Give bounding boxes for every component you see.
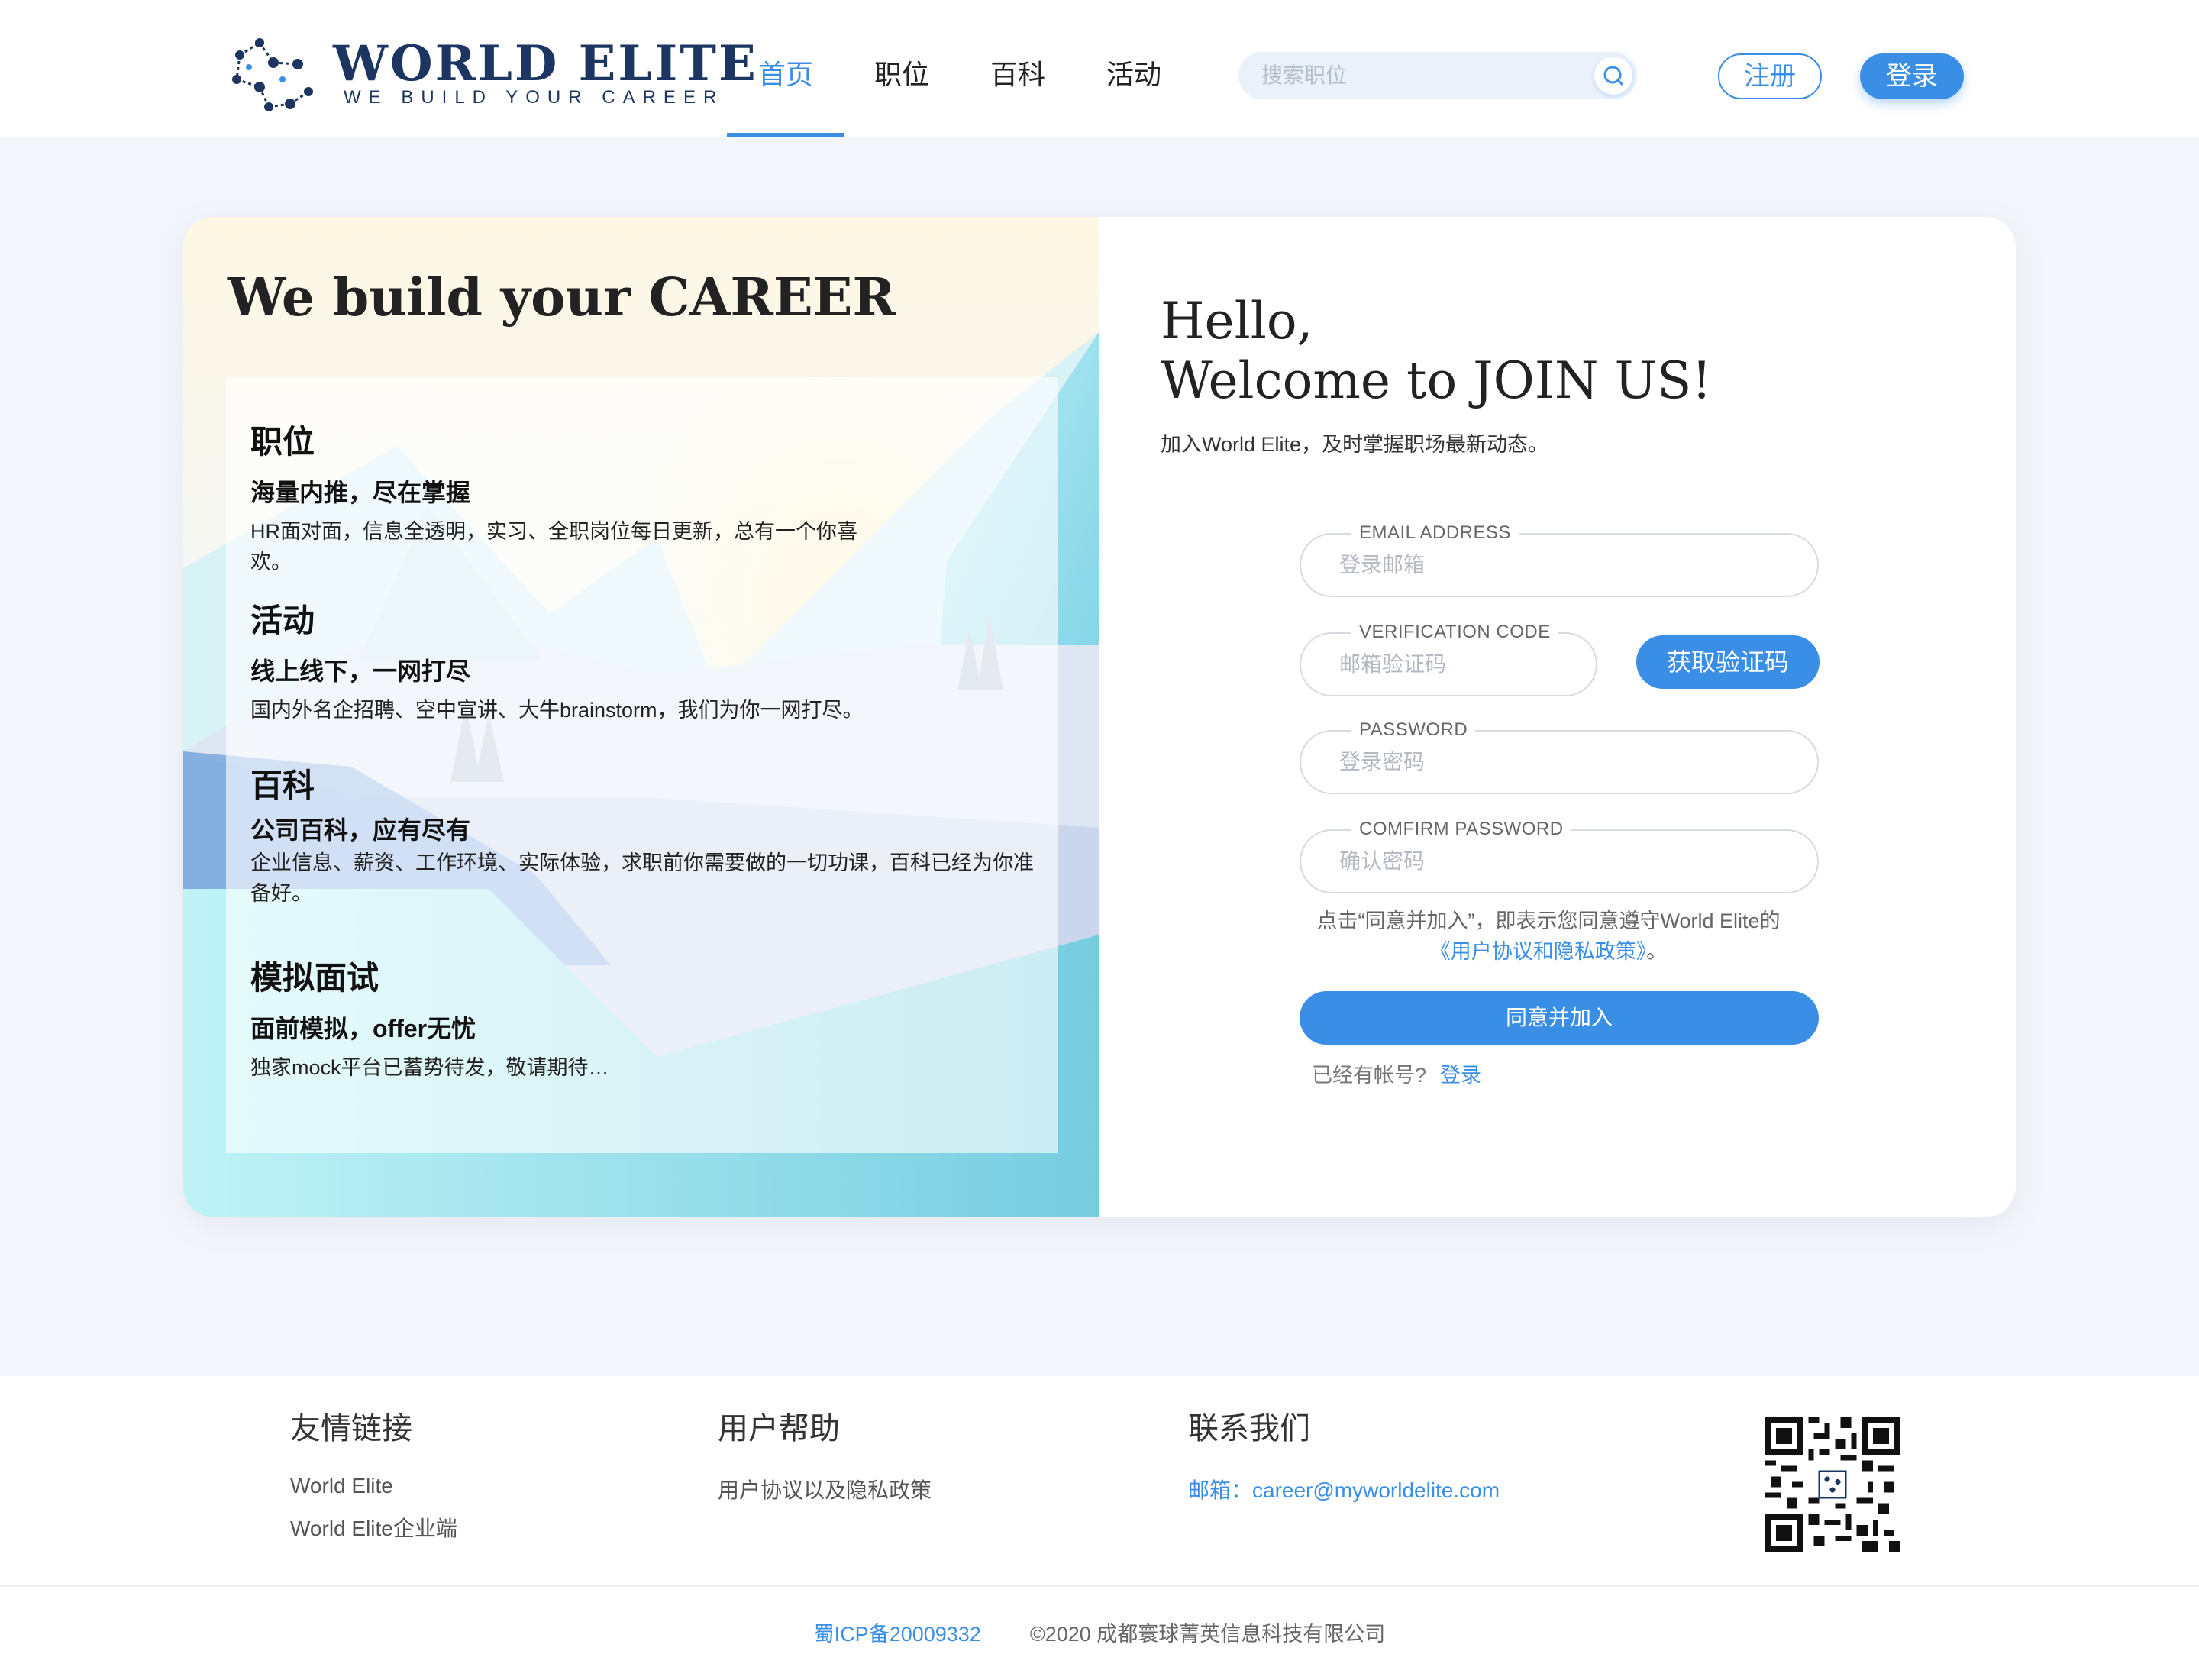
copyright-text: ©2020 成都寰球菁英信息科技有限公司	[1029, 1623, 1386, 1646]
confirm-password-placeholder: 确认密码	[1339, 849, 1426, 873]
feature-description: 独家mock平台已蓄势待发，敬请期待…	[250, 1056, 609, 1079]
feature-jobs: 职位 海量内推，尽在掌握 HR面对面，信息全透明，实习、全职岗位每日更新，总有一…	[245, 422, 1045, 577]
footer-contact-email[interactable]: 邮箱：career@myworldelite.com	[1188, 1474, 1500, 1504]
password-field[interactable]: PASSWORD 登录密码	[1300, 719, 1819, 794]
qr-code-icon	[1765, 1417, 1900, 1552]
password-label: PASSWORD	[1351, 719, 1476, 741]
feature-events: 活动 线上线下，一网打尽 国内外名企招聘、空中宣讲、大牛brainstorm，我…	[245, 600, 1045, 725]
footer-links-column: 友情链接 World Elite World Elite企业端	[290, 1404, 457, 1543]
features-panel: We build your CAREER 职位 海量内推，尽在掌握 HR面对面，…	[183, 217, 1100, 1217]
verification-code-field[interactable]: VERIFICATION CODE 邮箱验证码	[1300, 621, 1597, 696]
join-form-panel: Hello, Welcome to JOIN US! 加入World Elite…	[1100, 217, 2016, 1217]
feature-subtitle: 线上线下，一网打尽	[250, 657, 471, 685]
search-placeholder: 搜索职位	[1261, 63, 1348, 87]
agreement-prefix: 点击“同意并加入”，即表示您同意遵守World Elite的	[1316, 909, 1781, 932]
feature-description: HR面对面，信息全透明，实习、全职岗位每日更新，总有一个你喜欢。	[250, 520, 857, 573]
get-code-button[interactable]: 获取验证码	[1636, 635, 1820, 689]
confirm-password-field[interactable]: COMFIRM PASSWORD 确认密码	[1300, 818, 1819, 893]
logo-title: WORLD ELITE	[333, 35, 758, 92]
welcome-line-1: Hello,	[1161, 292, 1313, 351]
email-placeholder: 登录邮箱	[1339, 553, 1426, 577]
feature-mock-interview: 模拟面试 面前模拟，offer无忧 独家mock平台已蓄势待发，敬请期待…	[245, 958, 1045, 1083]
footer-help-column: 用户帮助 用户协议以及隐私政策	[718, 1404, 932, 1504]
top-header: WORLD ELITE WE BUILD YOUR CAREER 首页 职位 百…	[0, 0, 2199, 137]
footer-divider	[0, 1585, 2199, 1587]
agreement-notice: 点击“同意并加入”，即表示您同意遵守World Elite的 《用户协议和隐私政…	[1289, 906, 1808, 967]
email-label: EMAIL ADDRESS	[1351, 522, 1519, 544]
feature-subtitle: 公司百科，应有尽有	[250, 816, 471, 844]
footer-help-title: 用户帮助	[718, 1412, 840, 1446]
email-field[interactable]: EMAIL ADDRESS 登录邮箱	[1300, 522, 1819, 597]
nav-home[interactable]: 首页	[727, 0, 844, 137]
login-button[interactable]: 登录	[1860, 53, 1964, 99]
footer-link-world-elite[interactable]: World Elite	[290, 1474, 457, 1498]
agreement-link[interactable]: 《用户协议和隐私政策》	[1430, 940, 1647, 963]
feature-subtitle: 海量内推，尽在掌握	[250, 479, 471, 506]
password-placeholder: 登录密码	[1339, 750, 1426, 774]
feature-heading: 活动	[245, 600, 320, 641]
confirm-password-label: COMFIRM PASSWORD	[1351, 818, 1571, 841]
search-icon	[1603, 66, 1623, 86]
logo-network-icon	[232, 38, 313, 111]
site-footer: 友情链接 World Elite World Elite企业端 用户帮助 用户协…	[0, 1376, 2199, 1680]
feature-description: 国内外名企招聘、空中宣讲、大牛brainstorm，我们为你一网打尽。	[250, 699, 864, 722]
footer-link-privacy[interactable]: 用户协议以及隐私政策	[718, 1474, 932, 1504]
verification-code-label: VERIFICATION CODE	[1351, 621, 1558, 644]
agree-and-join-button[interactable]: 同意并加入	[1300, 991, 1819, 1045]
footer-contact-column: 联系我们 邮箱：career@myworldelite.com	[1188, 1404, 1500, 1504]
register-button[interactable]: 注册	[1718, 53, 1822, 99]
nav-jobs[interactable]: 职位	[843, 0, 961, 137]
feature-description: 企业信息、薪资、工作环境、实际体验，求职前你需要做的一切功课，百科已经为你准备好…	[250, 851, 1034, 905]
footer-legal: 蜀ICP备20009332 ©2020 成都寰球菁英信息科技有限公司	[0, 1617, 2199, 1647]
have-account-row: 已经有帐号? 登录	[1312, 1058, 1481, 1088]
footer-links-title: 友情链接	[290, 1412, 412, 1446]
feature-wiki: 百科 公司百科，应有尽有 企业信息、薪资、工作环境、实际体验，求职前你需要做的一…	[245, 765, 1045, 909]
feature-subtitle: 面前模拟，offer无忧	[250, 1015, 476, 1042]
have-account-text: 已经有帐号?	[1312, 1064, 1427, 1087]
agreement-suffix: 。	[1646, 940, 1668, 963]
search-button[interactable]	[1594, 57, 1632, 95]
welcome-heading: Hello, Welcome to JOIN US!	[1161, 292, 1712, 411]
footer-contact-title: 联系我们	[1188, 1412, 1310, 1446]
logo-subtitle: WE BUILD YOUR CAREER	[344, 87, 725, 108]
login-link[interactable]: 登录	[1440, 1064, 1481, 1087]
feature-heading: 模拟面试	[245, 958, 384, 999]
nav-wiki[interactable]: 百科	[959, 0, 1077, 137]
icp-record-link[interactable]: 蜀ICP备20009332	[814, 1623, 981, 1646]
join-card: We build your CAREER 职位 海量内推，尽在掌握 HR面对面，…	[183, 217, 2016, 1217]
footer-link-enterprise[interactable]: World Elite企业端	[290, 1512, 457, 1543]
welcome-subtitle: 加入World Elite，及时掌握职场最新动态。	[1161, 433, 1549, 456]
feature-heading: 百科	[245, 765, 320, 806]
brand-logo[interactable]: WORLD ELITE WE BUILD YOUR CAREER	[229, 34, 756, 119]
nav-events[interactable]: 活动	[1075, 0, 1193, 137]
panel-title: We build your CAREER	[228, 267, 896, 328]
feature-heading: 职位	[245, 422, 320, 463]
welcome-line-2: Welcome to JOIN US!	[1161, 351, 1712, 410]
search-input[interactable]: 搜索职位	[1238, 52, 1637, 99]
verification-code-placeholder: 邮箱验证码	[1339, 652, 1447, 676]
